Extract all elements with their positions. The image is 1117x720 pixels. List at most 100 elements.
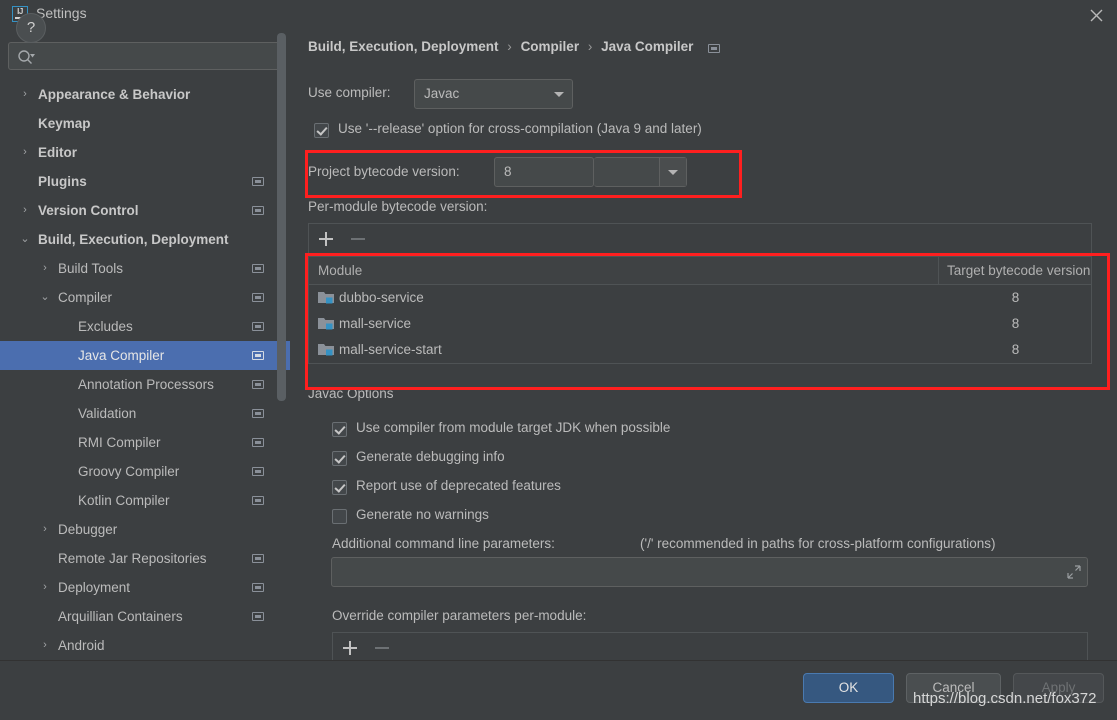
sidebar-item-label: Remote Jar Repositories xyxy=(58,551,207,566)
table-row[interactable]: dubbo-service 8 xyxy=(309,285,1091,311)
project-scope-icon xyxy=(252,206,264,215)
sidebar-item-label: Validation xyxy=(78,406,137,421)
project-scope-icon xyxy=(252,322,264,331)
chevron-right-icon[interactable]: › xyxy=(18,138,32,167)
sidebar-item-java-compiler[interactable]: Java Compiler xyxy=(0,341,290,370)
additional-params-input[interactable] xyxy=(339,558,1063,588)
close-icon[interactable] xyxy=(1083,4,1109,26)
project-scope-icon xyxy=(252,467,264,476)
project-scope-icon xyxy=(708,43,721,53)
project-scope-icon xyxy=(252,554,264,563)
sidebar-item-version-control[interactable]: › Version Control xyxy=(0,196,290,225)
module-name: mall-service xyxy=(339,316,412,331)
module-icon xyxy=(318,316,334,331)
settings-tree[interactable]: › Appearance & Behavior Keymap › Editor Plugi… xyxy=(0,80,290,660)
sidebar-item-label: Arquillian Containers xyxy=(58,609,183,624)
chevron-right-icon[interactable]: › xyxy=(38,254,52,283)
cancel-button[interactable]: Cancel xyxy=(906,673,1001,703)
remove-override-button xyxy=(374,640,390,656)
table-row[interactable]: mall-service 8 xyxy=(309,311,1091,337)
javac-option-checkbox[interactable] xyxy=(332,451,347,466)
sidebar-item-label: Appearance & Behavior xyxy=(38,87,191,102)
module-target-bytecode-version[interactable]: 8 xyxy=(938,337,1093,363)
per-module-bytecode-table[interactable]: Module Target bytecode version dubbo-ser… xyxy=(308,256,1092,364)
sidebar-item-label: Annotation Processors xyxy=(78,377,214,392)
additional-params-hint: ('/' recommended in paths for cross-plat… xyxy=(640,536,996,551)
javac-option-checkbox[interactable] xyxy=(332,422,347,437)
project-scope-icon xyxy=(252,177,264,186)
project-bytecode-combo[interactable]: 8 xyxy=(494,157,594,187)
sidebar-item-keymap[interactable]: Keymap xyxy=(0,109,290,138)
breadcrumb-separator: › xyxy=(507,39,512,54)
add-override-button[interactable] xyxy=(342,640,358,656)
remove-module-button xyxy=(350,231,366,247)
sidebar-item-kotlin-compiler[interactable]: Kotlin Compiler xyxy=(0,486,290,515)
project-bytecode-value[interactable]: 8 xyxy=(504,158,512,186)
chevron-down-icon[interactable] xyxy=(659,158,686,186)
chevron-right-icon[interactable]: › xyxy=(38,573,52,602)
chevron-down-icon[interactable]: ⌄ xyxy=(18,225,32,254)
additional-params-field[interactable] xyxy=(331,557,1088,588)
project-scope-icon xyxy=(252,264,264,273)
table-row[interactable]: mall-service-start 8 xyxy=(309,337,1091,363)
sidebar-item-android[interactable]: › Android xyxy=(0,631,290,660)
settings-sidebar: › Appearance & Behavior Keymap › Editor Plugi… xyxy=(0,28,290,660)
sidebar-item-label: Build, Execution, Deployment xyxy=(38,232,229,247)
breadcrumb-part-0[interactable]: Build, Execution, Deployment xyxy=(308,39,499,54)
module-target-bytecode-version[interactable]: 8 xyxy=(938,311,1093,337)
javac-option-label: Generate no warnings xyxy=(356,507,489,522)
chevron-right-icon[interactable]: › xyxy=(18,196,32,225)
sidebar-item-label: Compiler xyxy=(58,290,113,305)
chevron-right-icon[interactable]: › xyxy=(18,80,32,109)
breadcrumb-part-2: Java Compiler xyxy=(601,39,694,54)
sidebar-item-rmi-compiler[interactable]: RMI Compiler xyxy=(0,428,290,457)
sidebar-item-groovy-compiler[interactable]: Groovy Compiler xyxy=(0,457,290,486)
javac-option-checkbox[interactable] xyxy=(332,509,347,524)
sidebar-item-label: RMI Compiler xyxy=(78,435,161,450)
project-bytecode-combo-arrow-area[interactable] xyxy=(594,157,687,187)
sidebar-item-debugger[interactable]: › Debugger xyxy=(0,515,290,544)
search-input[interactable] xyxy=(41,43,279,71)
sidebar-item-remote-jar-repositories[interactable]: Remote Jar Repositories xyxy=(0,544,290,573)
search-field[interactable] xyxy=(8,42,280,71)
sidebar-item-annotation-processors[interactable]: Annotation Processors xyxy=(0,370,290,399)
chevron-right-icon[interactable]: › xyxy=(38,631,52,660)
chevron-right-icon[interactable]: › xyxy=(38,515,52,544)
breadcrumb-part-1[interactable]: Compiler xyxy=(521,39,580,54)
sidebar-scrollbar[interactable] xyxy=(277,33,286,401)
sidebar-item-label: Android xyxy=(58,638,105,653)
sidebar-item-compiler[interactable]: ⌄ Compiler xyxy=(0,283,290,312)
chevron-down-icon[interactable] xyxy=(546,80,572,108)
release-option-checkbox[interactable] xyxy=(314,123,329,138)
sidebar-item-arquillian-containers[interactable]: Arquillian Containers xyxy=(0,602,290,631)
javac-option-label: Generate debugging info xyxy=(356,449,505,464)
use-compiler-value: Javac xyxy=(424,86,460,101)
sidebar-item-appearance-behavior[interactable]: › Appearance & Behavior xyxy=(0,80,290,109)
column-header-target-bytecode-version[interactable]: Target bytecode version xyxy=(938,257,1093,284)
help-button[interactable]: ? xyxy=(16,13,46,43)
sidebar-item-label: Deployment xyxy=(58,580,131,595)
sidebar-item-validation[interactable]: Validation xyxy=(0,399,290,428)
sidebar-item-excludes[interactable]: Excludes xyxy=(0,312,290,341)
search-icon xyxy=(17,48,37,66)
sidebar-item-label: Java Compiler xyxy=(78,348,165,363)
javac-options-title: Javac Options xyxy=(308,386,394,401)
sidebar-item-plugins[interactable]: Plugins xyxy=(0,167,290,196)
module-target-bytecode-version[interactable]: 8 xyxy=(938,285,1093,311)
override-params-toolbar xyxy=(332,632,1088,660)
sidebar-item-build-execution-deployment[interactable]: ⌄ Build, Execution, Deployment xyxy=(0,225,290,254)
sidebar-item-label: Keymap xyxy=(38,116,91,131)
window-title: Settings xyxy=(36,5,87,21)
column-header-module[interactable]: Module xyxy=(318,257,362,284)
sidebar-item-deployment[interactable]: › Deployment xyxy=(0,573,290,602)
add-module-button[interactable] xyxy=(318,231,334,247)
javac-option-checkbox[interactable] xyxy=(332,480,347,495)
use-compiler-dropdown[interactable]: Javac xyxy=(414,79,573,109)
sidebar-item-editor[interactable]: › Editor xyxy=(0,138,290,167)
module-name: mall-service-start xyxy=(339,342,442,357)
ok-button[interactable]: OK xyxy=(803,673,894,703)
expand-icon[interactable] xyxy=(1067,565,1081,579)
chevron-down-icon[interactable]: ⌄ xyxy=(38,283,52,312)
sidebar-item-build-tools[interactable]: › Build Tools xyxy=(0,254,290,283)
project-scope-icon xyxy=(252,612,264,621)
